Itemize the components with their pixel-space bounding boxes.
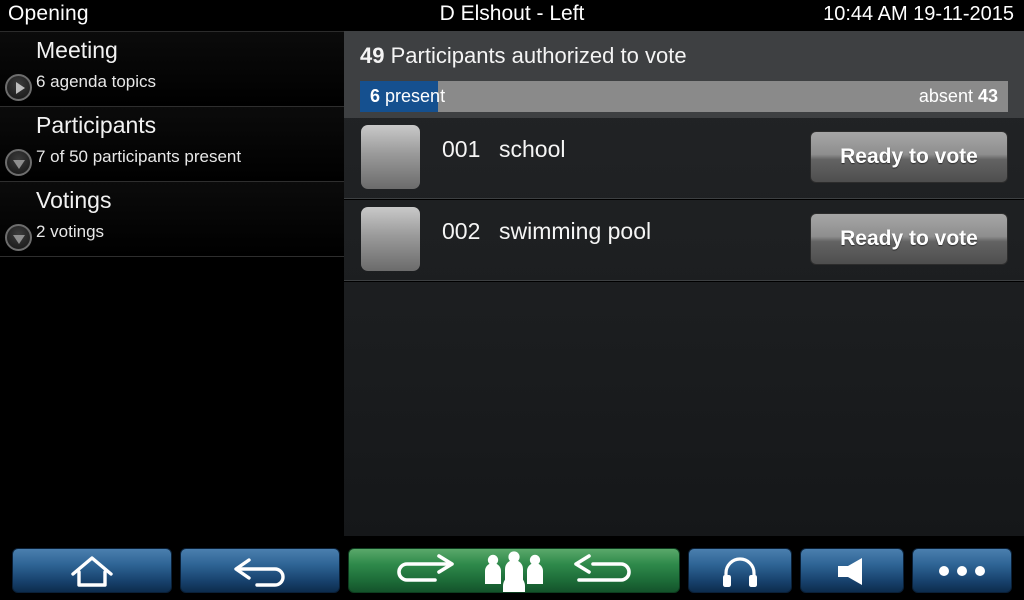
attendance-progress-bar: 6 present absent 43: [360, 81, 1008, 112]
ellipsis-icon: [939, 565, 985, 576]
home-button[interactable]: [12, 548, 172, 593]
participant-name: school: [499, 136, 566, 162]
present-text: present: [385, 86, 446, 106]
absent-text: absent: [918, 86, 973, 106]
headset-button[interactable]: [688, 548, 792, 593]
status-bar: Opening D Elshout - Left 10:44 AM 19-11-…: [0, 0, 1024, 30]
page-title-text: Participants authorized to vote: [390, 43, 687, 68]
more-button[interactable]: [912, 548, 1012, 593]
chevron-down-icon[interactable]: [5, 224, 32, 251]
participant-list: 001 school Ready to vote 002 swimming po…: [344, 118, 1024, 282]
ready-to-vote-button[interactable]: Ready to vote: [810, 213, 1008, 265]
participant-name: swimming pool: [499, 218, 652, 244]
sidebar: Meeting 6 agenda topics Participants 7 o…: [0, 31, 344, 536]
delegates-button[interactable]: [348, 548, 680, 593]
present-label: 6 present: [370, 86, 445, 107]
headphones-icon: [723, 556, 757, 587]
sidebar-item-title: Votings: [36, 187, 112, 213]
play-triangle-icon[interactable]: [5, 74, 32, 101]
participants-header: 49 Participants authorized to vote 6 pre…: [344, 31, 1024, 118]
sidebar-item-title: Meeting: [36, 37, 118, 63]
sidebar-item-title: Participants: [36, 112, 157, 138]
sidebar-item-subtitle: 2 votings: [36, 222, 105, 241]
sidebar-item-subtitle: 7 of 50 participants present: [36, 147, 242, 166]
absent-count: 43: [977, 86, 998, 106]
participant-number: 002: [442, 218, 481, 244]
volume-button[interactable]: [800, 548, 904, 593]
participant-number: 001: [442, 136, 481, 162]
sidebar-item-votings[interactable]: Votings 2 votings: [0, 182, 344, 257]
sidebar-item-participants[interactable]: Participants 7 of 50 participants presen…: [0, 107, 344, 182]
chevron-down-icon[interactable]: [5, 149, 32, 176]
main-panel: 49 Participants authorized to vote 6 pre…: [344, 31, 1024, 536]
home-icon: [71, 555, 113, 587]
table-row[interactable]: 001 school Ready to vote: [344, 118, 1024, 200]
absent-label: absent 43: [919, 86, 998, 107]
bottom-toolbar: [0, 536, 1024, 600]
ready-to-vote-button[interactable]: Ready to vote: [810, 131, 1008, 183]
participant-thumbnail: [361, 125, 420, 189]
table-row[interactable]: 002 swimming pool Ready to vote: [344, 200, 1024, 282]
present-count: 6: [370, 86, 381, 106]
authorized-count: 49: [360, 43, 385, 68]
sidebar-item-meeting[interactable]: Meeting 6 agenda topics: [0, 32, 344, 107]
clock-label: 10:44 AM 19-11-2015: [823, 3, 1014, 25]
participant-thumbnail: [361, 207, 420, 271]
delegates-icon: [397, 550, 631, 592]
page-title: 49 Participants authorized to vote: [360, 43, 687, 69]
app-root: Opening D Elshout - Left 10:44 AM 19-11-…: [0, 0, 1024, 600]
back-arrow-icon: [234, 557, 285, 587]
sidebar-item-subtitle: 6 agenda topics: [36, 72, 157, 91]
back-button[interactable]: [180, 548, 340, 593]
speaker-icon: [838, 557, 862, 585]
